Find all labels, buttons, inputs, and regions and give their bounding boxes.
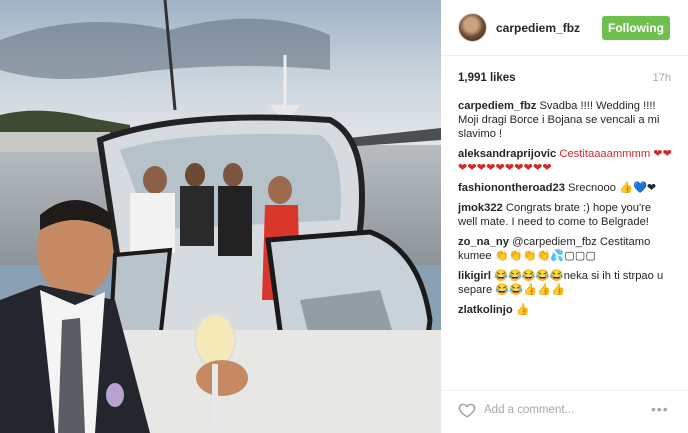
comment-footer: Add a comment... ••• bbox=[441, 390, 688, 433]
post-details-panel: carpediem_fbz Following 1,991 likes 17h … bbox=[441, 0, 688, 433]
comment-item: likigirl 😂😂😂😂😂neka si ih ti strpao u sep… bbox=[458, 269, 673, 297]
comment-username[interactable]: jmok322 bbox=[458, 202, 503, 214]
instagram-post: carpediem_fbz Following 1,991 likes 17h … bbox=[0, 0, 688, 433]
comment-username[interactable]: likigirl bbox=[458, 270, 491, 282]
comment-username[interactable]: zo_na_ny bbox=[458, 236, 509, 248]
comment-item: fashionontheroad23 Srecnooo 👍💙❤ bbox=[458, 181, 673, 195]
comment-item: jmok322 Congrats brate :) hope you're we… bbox=[458, 201, 673, 229]
comment-text: Srecnooo 👍💙❤ bbox=[568, 182, 657, 194]
boat-party-photo bbox=[0, 0, 441, 433]
comment-item: aleksandraprijovic Cestitaaaammmm ❤❤❤❤❤❤… bbox=[458, 147, 673, 175]
post-photo[interactable] bbox=[0, 0, 441, 433]
comment-username[interactable]: fashionontheroad23 bbox=[458, 182, 565, 194]
comment-text: 👍 bbox=[515, 304, 530, 316]
add-comment-input[interactable]: Add a comment... bbox=[484, 404, 574, 416]
following-button[interactable]: Following bbox=[602, 16, 670, 40]
post-timestamp[interactable]: 17h bbox=[653, 72, 671, 84]
comments-list: carpediem_fbz Svadba !!!! Wedding !!!! M… bbox=[458, 99, 673, 323]
avatar[interactable] bbox=[458, 13, 487, 42]
comment-username[interactable]: zlatkolinjo bbox=[458, 304, 513, 316]
comment-username[interactable]: aleksandraprijovic bbox=[458, 148, 556, 160]
comment-item: carpediem_fbz Svadba !!!! Wedding !!!! M… bbox=[458, 99, 673, 141]
post-author-username[interactable]: carpediem_fbz bbox=[496, 21, 580, 35]
post-header: carpediem_fbz Following bbox=[441, 0, 688, 56]
comment-item: zlatkolinjo 👍 bbox=[458, 303, 673, 317]
likes-row: 1,991 likes 17h bbox=[458, 72, 671, 88]
more-options-icon[interactable]: ••• bbox=[651, 401, 669, 417]
comment-item: zo_na_ny @carpediem_fbz Cestitamo kumee … bbox=[458, 235, 673, 263]
likes-count[interactable]: 1,991 likes bbox=[458, 72, 516, 84]
heart-icon[interactable] bbox=[458, 401, 476, 419]
comment-username[interactable]: carpediem_fbz bbox=[458, 100, 536, 112]
